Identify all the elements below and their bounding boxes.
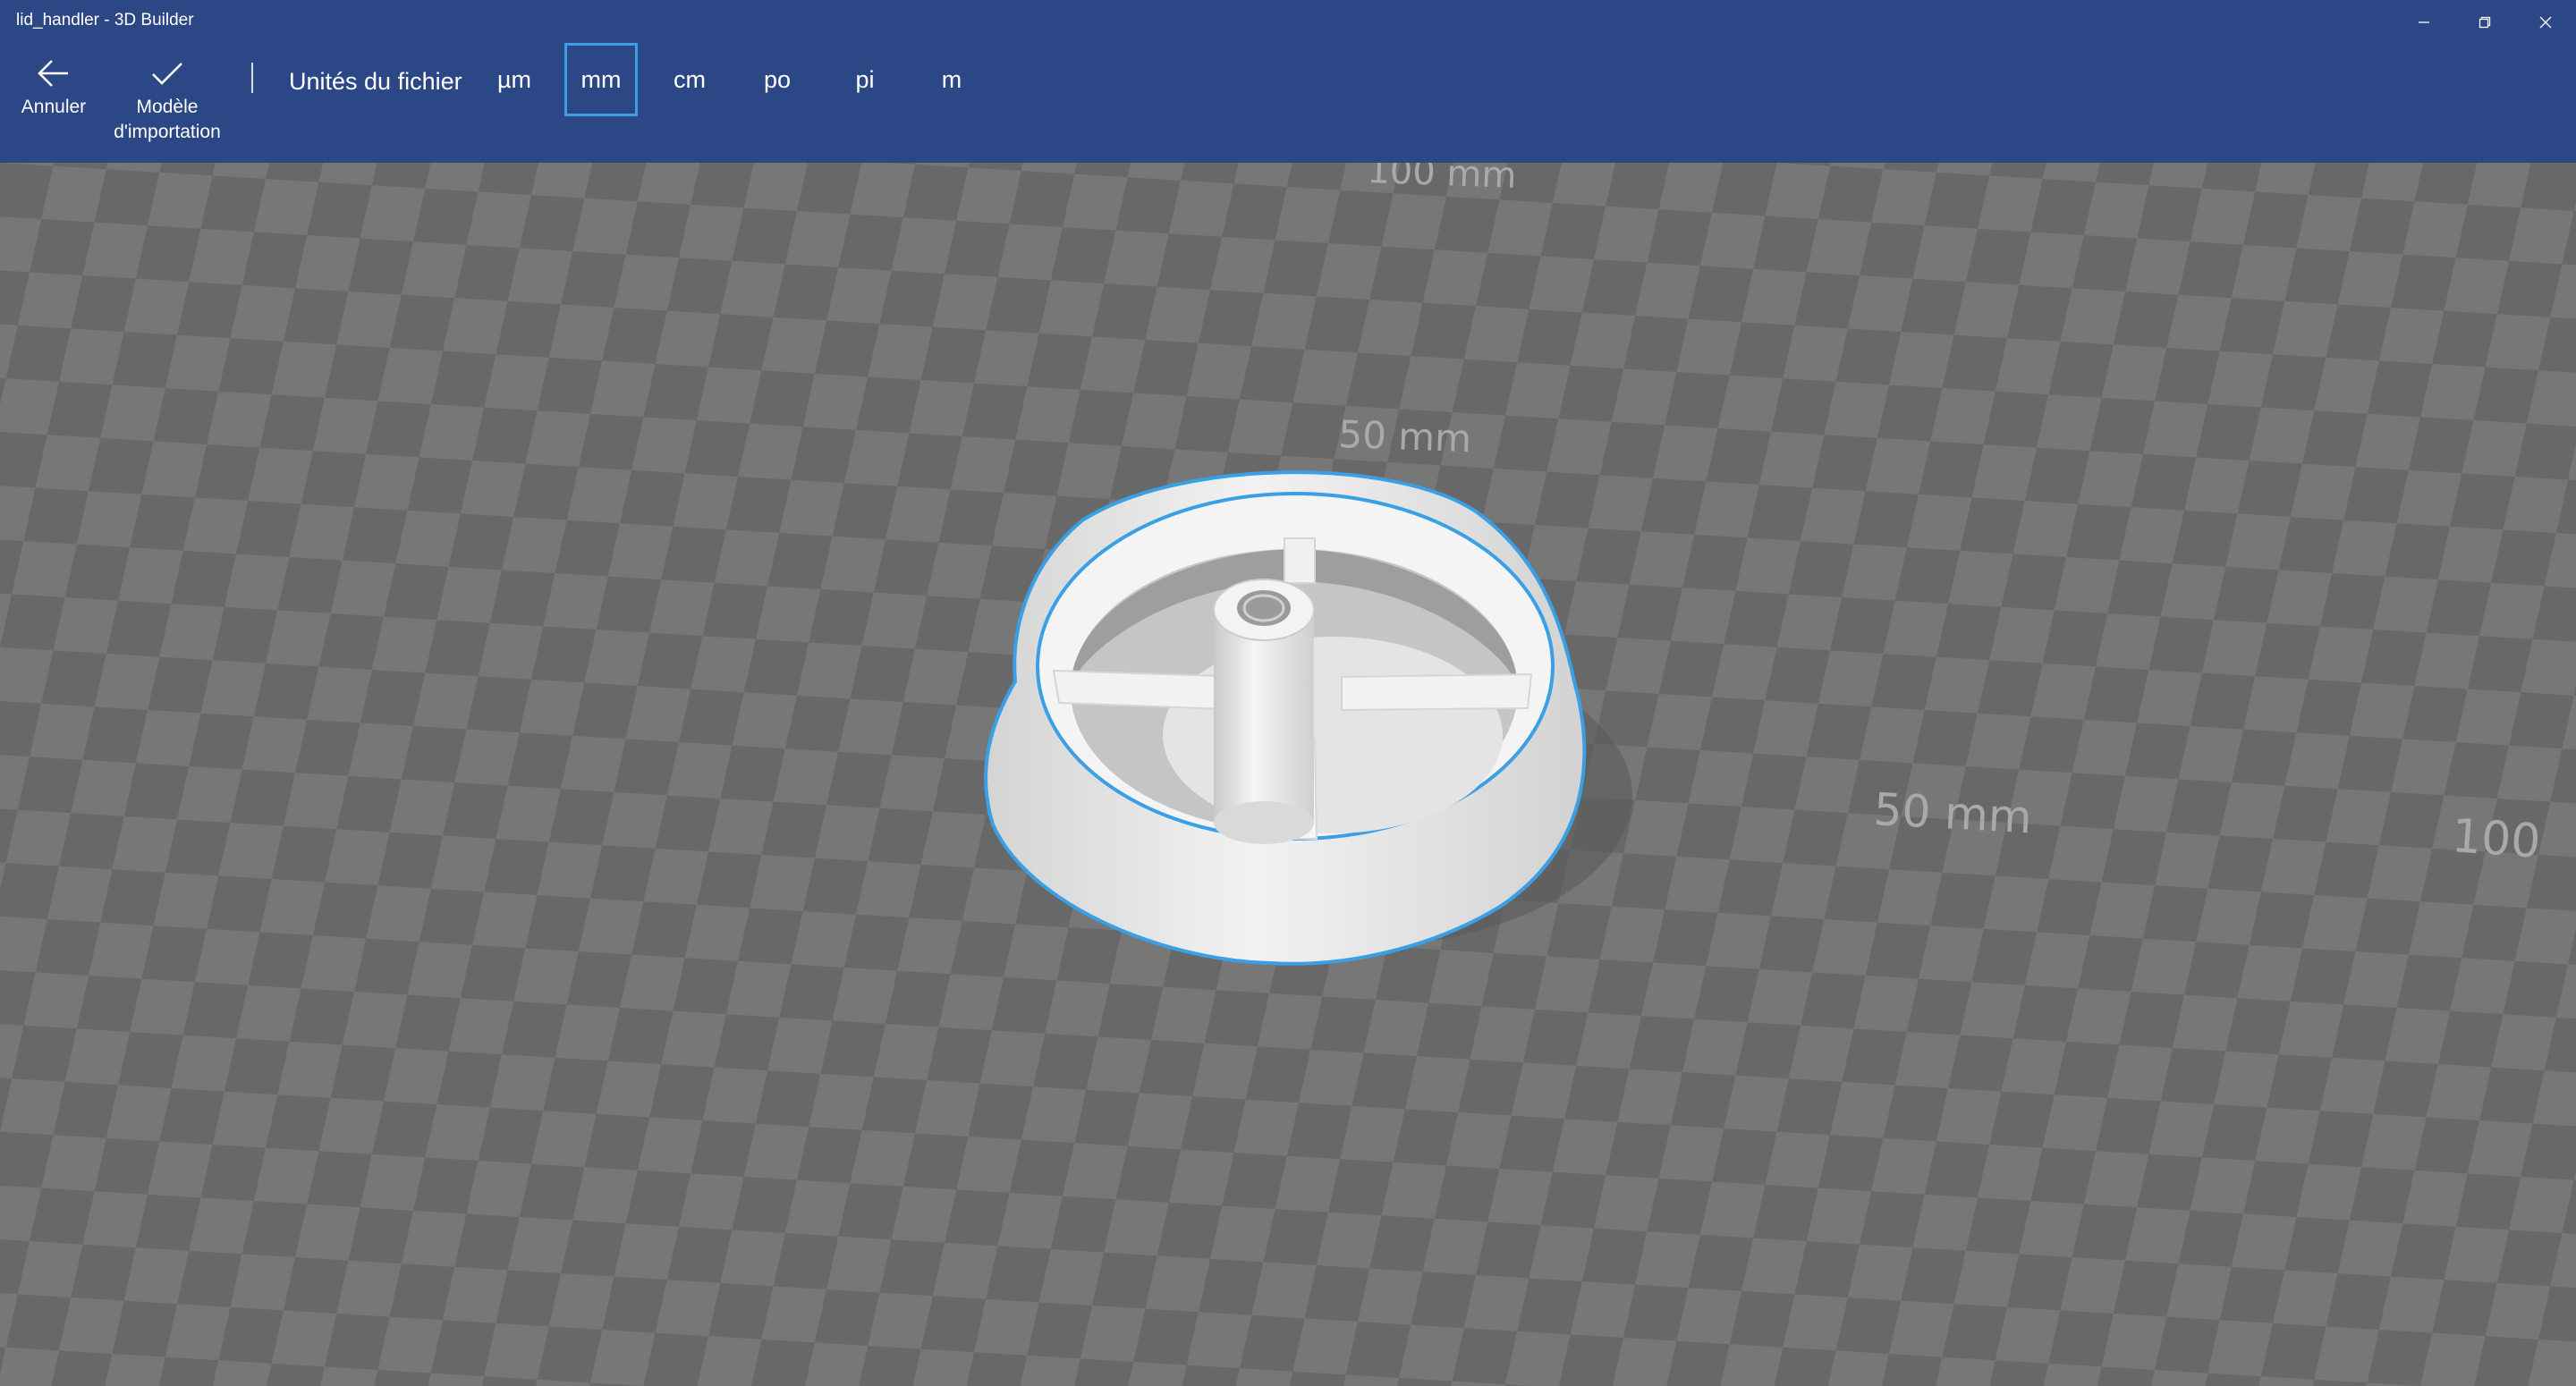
window-title: lid_handler - 3D Builder bbox=[16, 11, 194, 30]
back-arrow-icon bbox=[38, 60, 68, 87]
cancel-label: Annuler bbox=[21, 97, 87, 117]
toolbar-separator bbox=[251, 63, 253, 93]
unit-foot-button[interactable]: pi bbox=[828, 43, 902, 116]
unit-millimeter-button[interactable]: mm bbox=[564, 43, 638, 116]
app-window: lid_handler - 3D Builder Annuler Modèle … bbox=[0, 0, 2576, 1386]
restore-icon bbox=[2479, 16, 2491, 29]
viewport-scene: 100 mm 50 mm 50 mm 100 bbox=[0, 163, 2576, 1386]
close-icon bbox=[2539, 16, 2552, 29]
model-rib-back bbox=[1284, 537, 1316, 584]
close-button[interactable] bbox=[2515, 0, 2576, 45]
cancel-button[interactable]: Annuler bbox=[16, 55, 91, 120]
file-units-label: Unités du fichier bbox=[289, 68, 462, 95]
minimize-button[interactable] bbox=[2394, 0, 2454, 45]
import-model-button[interactable]: Modèle d'importation bbox=[106, 55, 229, 145]
model-rib-right bbox=[1341, 672, 1533, 712]
grid-label-50mm-top: 50 mm bbox=[1338, 412, 1472, 461]
grid-label-100-right: 100 bbox=[2450, 809, 2542, 869]
3d-viewport[interactable]: 100 mm 50 mm 50 mm 100 bbox=[0, 163, 2576, 1386]
checkmark-icon bbox=[152, 63, 182, 85]
unit-meter-button[interactable]: m bbox=[915, 43, 988, 116]
minimize-icon bbox=[2419, 21, 2429, 23]
window-controls bbox=[2394, 0, 2576, 45]
unit-centimeter-button[interactable]: cm bbox=[653, 43, 726, 116]
import-model-label: Modèle d'importation bbox=[114, 97, 221, 142]
model-post-bottom bbox=[1214, 801, 1314, 844]
grid-label-100mm-top: 100 mm bbox=[1367, 163, 1518, 197]
restore-button[interactable] bbox=[2454, 0, 2515, 45]
grid-label-50mm-right: 50 mm bbox=[1872, 783, 2033, 843]
title-and-command-bar: lid_handler - 3D Builder Annuler Modèle … bbox=[0, 0, 2576, 163]
unit-inch-button[interactable]: po bbox=[741, 43, 814, 116]
model-center-post bbox=[1214, 610, 1314, 823]
unit-micrometer-button[interactable]: µm bbox=[478, 43, 551, 116]
